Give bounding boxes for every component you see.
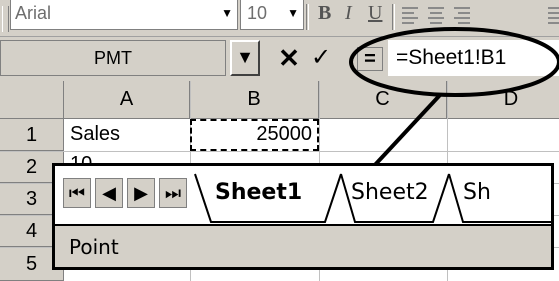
select-all-corner[interactable] <box>0 81 64 119</box>
column-header-c[interactable]: C <box>319 81 447 119</box>
toolbar-separator <box>392 4 395 30</box>
gridline <box>0 151 559 152</box>
formula-input[interactable]: =Sheet1!B1 <box>388 40 559 76</box>
font-size-dropdown[interactable]: 10 ▼ <box>240 0 304 30</box>
font-size-value: 10 <box>247 3 268 23</box>
toolbar-grip[interactable] <box>2 6 9 32</box>
sheet-tab-strip: ⏮ ◀ ▶ ⏭ Sheet1 Sheet2 Sh <box>55 166 551 226</box>
name-box[interactable]: PMT <box>0 40 226 76</box>
italic-button[interactable]: I <box>345 0 352 28</box>
chevron-down-icon: ▼ <box>287 6 299 20</box>
merge-center-icon[interactable] <box>548 4 559 24</box>
formatting-toolbar: Arial ▼ 10 ▼ B I U <box>0 0 559 37</box>
column-header-b[interactable]: B <box>190 81 319 119</box>
column-header-a[interactable]: A <box>64 81 190 119</box>
status-mode: Point <box>69 235 119 259</box>
chevron-down-icon: ▼ <box>236 47 254 67</box>
formula-bar: PMT ▼ ✕ ✓ = =Sheet1!B1 <box>0 37 559 81</box>
align-left-icon[interactable] <box>402 4 422 24</box>
name-box-dropdown[interactable]: ▼ <box>230 40 260 76</box>
font-name-value: Arial <box>15 3 52 23</box>
enter-button[interactable]: ✓ <box>306 40 336 76</box>
row-header-1[interactable]: 1 <box>0 119 64 151</box>
edit-formula-button[interactable]: = <box>357 47 383 71</box>
align-right-icon[interactable] <box>454 4 474 24</box>
copy-marquee-b1 <box>190 119 319 151</box>
underline-button[interactable]: U <box>368 0 382 28</box>
toolbar-separator <box>306 4 309 30</box>
column-header-d[interactable]: D <box>447 81 559 119</box>
tab-sheet2[interactable]: Sheet2 <box>341 166 439 222</box>
tab-sheet1[interactable]: Sheet1 <box>205 166 312 222</box>
tab-sheet3[interactable]: Sh <box>453 166 501 222</box>
sheet-tab-callout: ⏮ ◀ ▶ ⏭ Sheet1 Sheet2 Sh Point <box>52 163 554 270</box>
bold-button[interactable]: B <box>318 0 331 28</box>
cancel-button[interactable]: ✕ <box>274 40 304 76</box>
chevron-down-icon: ▼ <box>221 6 233 20</box>
align-center-icon[interactable] <box>428 4 448 24</box>
font-name-dropdown[interactable]: Arial ▼ <box>10 0 238 30</box>
cell-a1[interactable]: Sales <box>70 123 120 146</box>
